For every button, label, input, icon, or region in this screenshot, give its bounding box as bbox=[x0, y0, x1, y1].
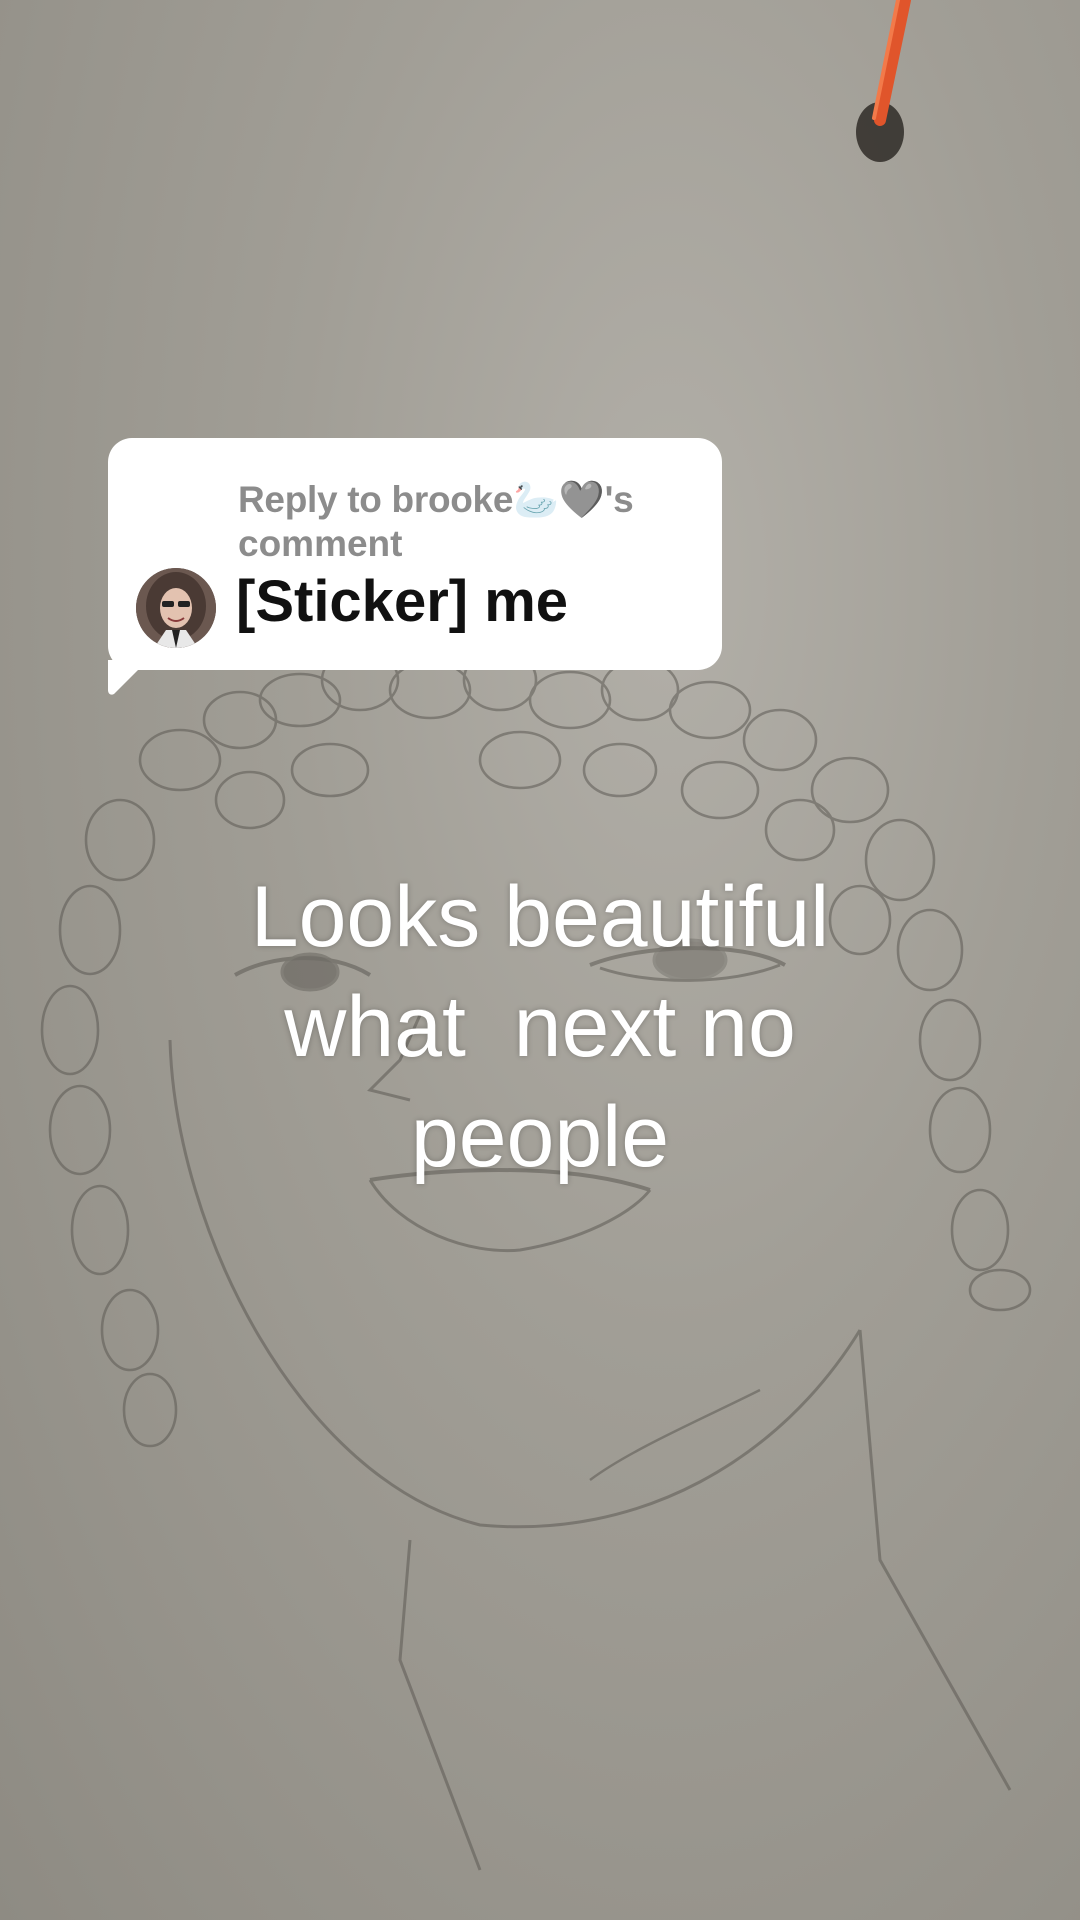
video-caption: Looks beautiful what next no people bbox=[90, 862, 990, 1192]
reply-to-label: Reply to brooke🦢🩶's bbox=[238, 478, 708, 522]
caption-line-2: what next no bbox=[284, 979, 796, 1075]
comment-text: [Sticker] me bbox=[236, 569, 569, 634]
reply-suffix: 's bbox=[604, 479, 634, 520]
orange-cord-decoration bbox=[856, 0, 911, 162]
avatar-image bbox=[136, 568, 216, 648]
caption-line-1: Looks beautiful bbox=[250, 869, 830, 965]
reply-card-tail bbox=[108, 660, 148, 695]
caption-line-3: people bbox=[410, 1089, 670, 1185]
reply-prefix: Reply to brooke bbox=[238, 479, 514, 520]
reply-comment-word: comment bbox=[238, 523, 403, 564]
avatar[interactable] bbox=[136, 568, 216, 648]
swan-emoji: 🦢 bbox=[513, 479, 559, 520]
grey-heart-emoji: 🩶 bbox=[558, 479, 605, 520]
